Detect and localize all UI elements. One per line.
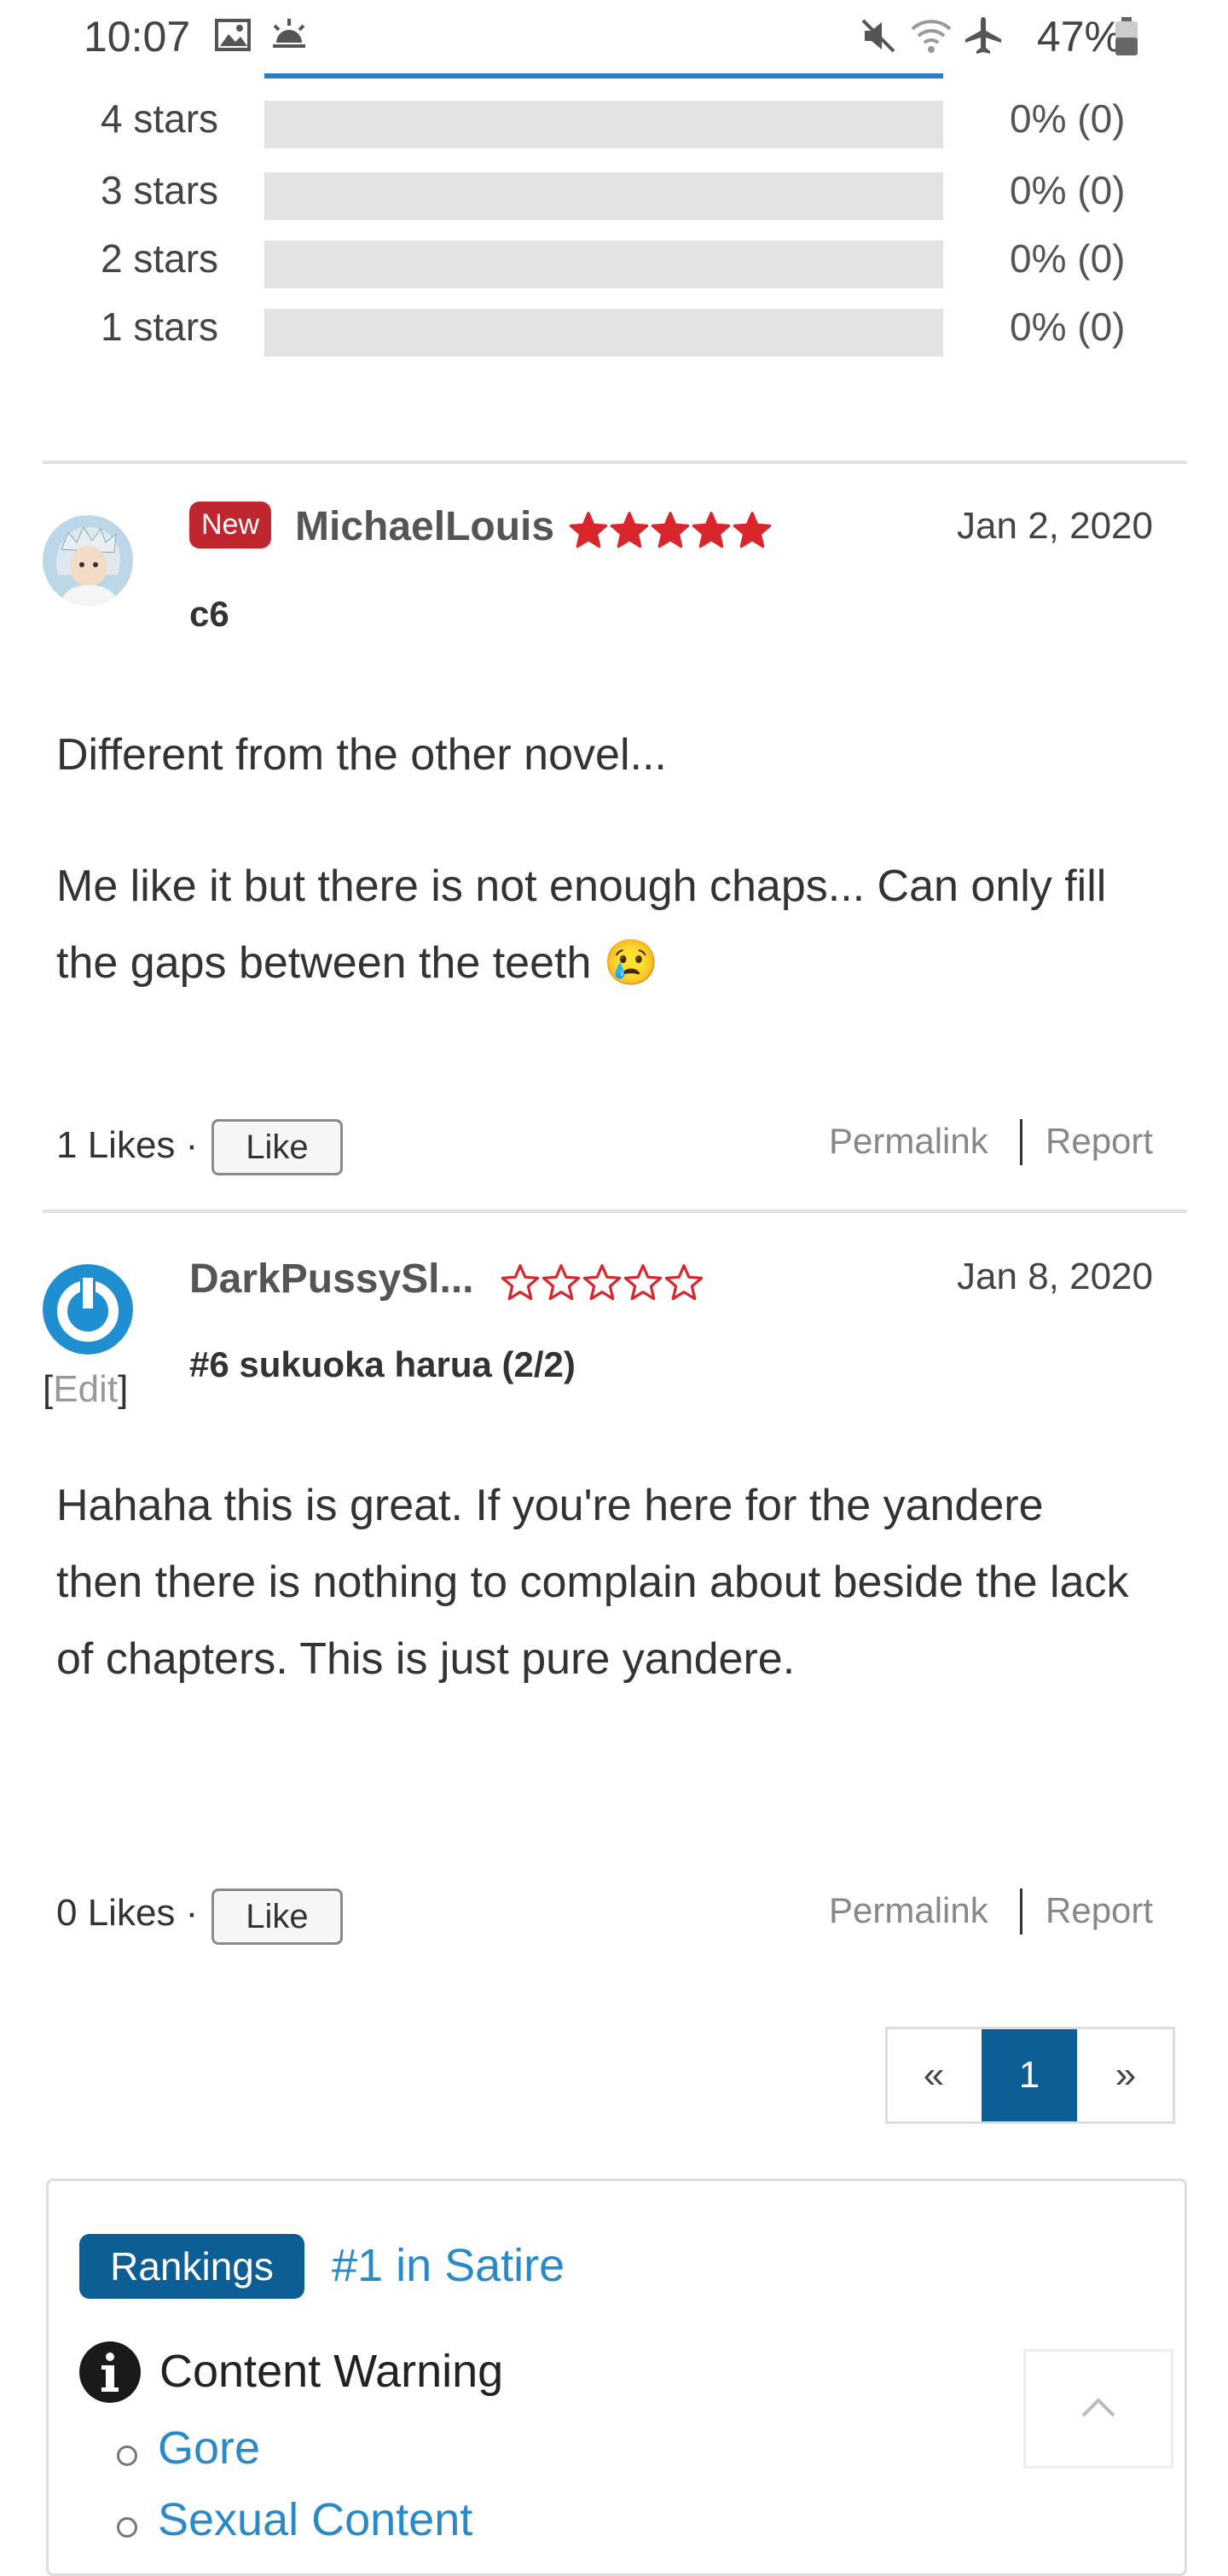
review-subject: #6 sukuoka harua (2/2): [189, 1344, 576, 1384]
pagination-current-page[interactable]: 1: [982, 2029, 1077, 2121]
review-date: Jan 2, 2020: [957, 505, 1153, 547]
rating-bar: [264, 101, 943, 148]
rating-row-percent: 0% (0): [1010, 96, 1126, 141]
report-link[interactable]: Report: [1046, 1890, 1153, 1931]
battery-percent: 47%: [1036, 13, 1122, 61]
star-empty-icon: [664, 1264, 704, 1301]
power-icon: [43, 1264, 133, 1355]
review-body: Different from the other novel... Me lik…: [56, 717, 1165, 1001]
chevron-up-icon: [1081, 2398, 1115, 2417]
status-bar: 10:07 47%: [0, 0, 1228, 73]
review-paragraph: Hahaha this is great. If you're here for…: [56, 1481, 1129, 1684]
pagination: « 1 »: [885, 2027, 1175, 2124]
rating-row-percent: 0% (0): [1010, 168, 1126, 212]
content-warning-item[interactable]: Sexual Content: [158, 2493, 472, 2546]
like-button[interactable]: Like: [211, 1888, 343, 1945]
weather-icon: [269, 17, 309, 55]
permalink-link[interactable]: Permalink: [829, 1890, 988, 1931]
rating-row-label: 2 stars: [101, 236, 219, 281]
review-subject: c6: [189, 594, 229, 634]
novel-info-box: Rankings #1 in Satire Content Warning Go…: [46, 2179, 1187, 2576]
list-bullet: [117, 2517, 137, 2538]
star-empty-icon: [542, 1264, 581, 1301]
review-date: Jan 8, 2020: [957, 1256, 1153, 1297]
image-notification-icon: [215, 19, 251, 55]
ranking-link[interactable]: #1 in Satire: [332, 2239, 565, 2292]
like-button[interactable]: Like: [211, 1119, 343, 1175]
star-empty-icon: [623, 1264, 663, 1301]
content-warning-item[interactable]: Gore: [158, 2422, 260, 2474]
star-filled-icon: [692, 512, 731, 548]
review-paragraph: Me like it but there is not enough chaps…: [56, 862, 1107, 988]
rating-row-percent: 0% (0): [1010, 305, 1126, 349]
star-filled-icon: [569, 512, 608, 548]
avatar[interactable]: [43, 1264, 133, 1355]
info-icon: [79, 2341, 141, 2407]
review-username[interactable]: MichaelLouis: [295, 503, 554, 550]
pagination-prev[interactable]: «: [888, 2029, 980, 2121]
edit-bracket-open: [: [43, 1368, 54, 1410]
mute-icon: [860, 17, 897, 59]
star-rating: [500, 1262, 704, 1308]
star-empty-icon: [501, 1264, 540, 1301]
star-filled-icon: [733, 512, 772, 548]
star-filled-icon: [651, 512, 690, 548]
edit-label: Edit: [53, 1368, 119, 1410]
content-warning-title: Content Warning: [159, 2346, 504, 2397]
status-time: 10:07: [84, 13, 191, 61]
avatar[interactable]: [43, 515, 133, 606]
review-username[interactable]: DarkPussySl...: [189, 1256, 474, 1303]
link-separator: [1020, 1888, 1022, 1935]
rankings-badge: Rankings: [79, 2234, 304, 2299]
back-to-top-button[interactable]: [1023, 2349, 1173, 2469]
rating-row-percent: 0% (0): [1010, 236, 1126, 281]
review-paragraph: Different from the other novel...: [56, 730, 667, 780]
star-empty-icon: [582, 1264, 622, 1301]
divider: [43, 461, 1187, 464]
list-bullet: [117, 2445, 137, 2466]
rating-row-label: 1 stars: [101, 305, 219, 349]
rating-bar: [264, 309, 943, 357]
star-filled-icon: [610, 512, 649, 548]
link-separator: [1020, 1119, 1022, 1165]
permalink-link[interactable]: Permalink: [829, 1121, 988, 1162]
rating-bar: [264, 241, 943, 288]
rating-row-label: 4 stars: [101, 96, 219, 141]
pagination-next[interactable]: »: [1079, 2029, 1173, 2121]
edit-bracket-close: ]: [118, 1368, 129, 1410]
star-rating: [568, 510, 773, 555]
likes-count: 0 Likes ·: [56, 1892, 199, 1934]
likes-count: 1 Likes ·: [56, 1124, 199, 1166]
edit-avatar-link[interactable]: [Edit]: [43, 1368, 128, 1411]
rating-bar: [264, 172, 943, 220]
review-body: Hahaha this is great. If you're here for…: [56, 1467, 1131, 1697]
divider: [43, 1210, 1187, 1213]
new-badge: New: [189, 502, 272, 548]
rating-row-label: 3 stars: [101, 168, 219, 212]
wifi-icon: [909, 17, 953, 59]
report-link[interactable]: Report: [1046, 1121, 1153, 1162]
battery-icon: [1114, 17, 1139, 61]
airplane-mode-icon: [964, 15, 1003, 59]
